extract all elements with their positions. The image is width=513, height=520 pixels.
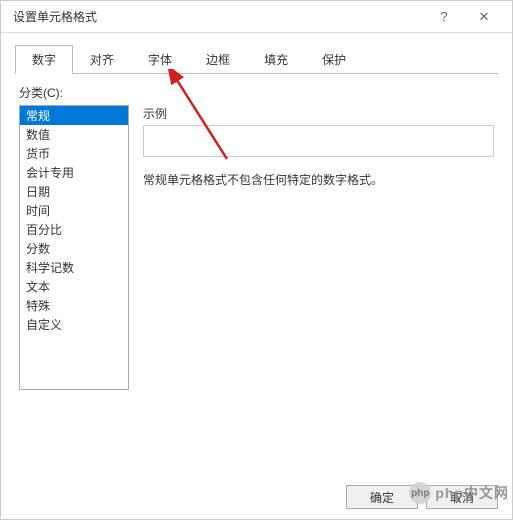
tab-alignment[interactable]: 对齐 — [73, 45, 131, 74]
tab-font[interactable]: 字体 — [131, 45, 189, 74]
list-item[interactable]: 数值 — [20, 125, 128, 144]
tab-number[interactable]: 数字 — [15, 45, 73, 74]
close-button[interactable]: ✕ — [464, 3, 504, 31]
example-label: 示例 — [143, 105, 494, 122]
list-item[interactable]: 日期 — [20, 182, 128, 201]
tab-protection[interactable]: 保护 — [305, 45, 363, 74]
tab-body: 分类(C): 常规 数值 货币 会计专用 日期 时间 百分比 分数 科学记数 文… — [15, 74, 498, 394]
list-item[interactable]: 百分比 — [20, 220, 128, 239]
list-item[interactable]: 特殊 — [20, 296, 128, 315]
dialog-title: 设置单元格格式 — [13, 8, 424, 25]
list-item[interactable]: 货币 — [20, 144, 128, 163]
list-item[interactable]: 时间 — [20, 201, 128, 220]
category-listbox[interactable]: 常规 数值 货币 会计专用 日期 时间 百分比 分数 科学记数 文本 特殊 自定… — [19, 105, 129, 390]
format-cells-dialog: 设置单元格格式 ? ✕ 数字 对齐 字体 边框 填充 保护 分类(C): — [0, 0, 513, 520]
tab-border[interactable]: 边框 — [189, 45, 247, 74]
list-item[interactable]: 文本 — [20, 277, 128, 296]
help-button[interactable]: ? — [424, 3, 464, 31]
ok-button[interactable]: 确定 — [346, 485, 418, 509]
main-row: 常规 数值 货币 会计专用 日期 时间 百分比 分数 科学记数 文本 特殊 自定… — [19, 105, 494, 390]
button-row: 确定 取消 — [346, 485, 498, 509]
tab-strip: 数字 对齐 字体 边框 填充 保护 — [15, 45, 498, 74]
tab-fill[interactable]: 填充 — [247, 45, 305, 74]
right-panel: 示例 常规单元格格式不包含任何特定的数字格式。 — [143, 105, 494, 390]
example-preview — [143, 125, 494, 157]
cancel-button[interactable]: 取消 — [426, 485, 498, 509]
list-item[interactable]: 分数 — [20, 239, 128, 258]
list-item[interactable]: 会计专用 — [20, 163, 128, 182]
dialog-content: 数字 对齐 字体 边框 填充 保护 分类(C): 常规 数值 — [1, 33, 512, 519]
list-item[interactable]: 科学记数 — [20, 258, 128, 277]
format-description: 常规单元格格式不包含任何特定的数字格式。 — [143, 171, 494, 188]
list-item[interactable]: 自定义 — [20, 315, 128, 334]
category-label: 分类(C): — [19, 84, 494, 101]
titlebar: 设置单元格格式 ? ✕ — [1, 1, 512, 33]
list-item[interactable]: 常规 — [20, 106, 128, 125]
